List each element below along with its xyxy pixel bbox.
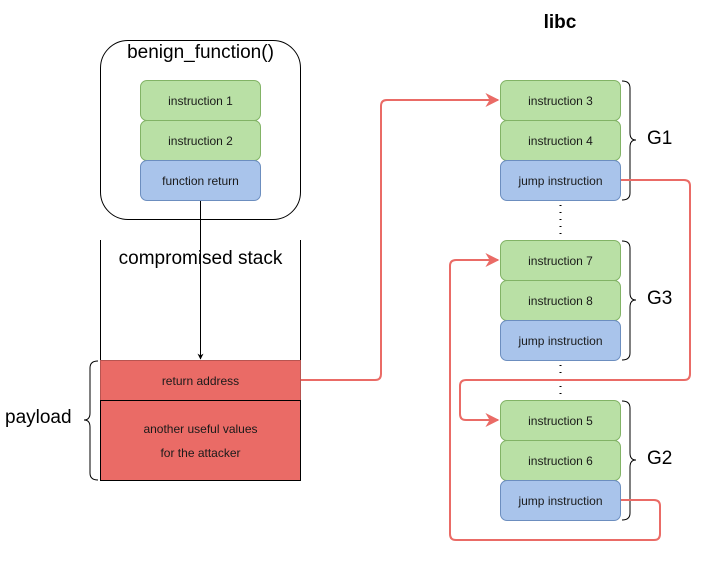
gadget-g1-instruction-4: instruction 4 (500, 120, 621, 161)
instruction-block: instruction 2 (140, 120, 261, 161)
return-address-label: return address (161, 373, 240, 388)
gadget-g1-instruction-3: instruction 3 (500, 80, 621, 121)
gadget-g3-instruction-7: instruction 7 (500, 240, 621, 281)
gadget-g1-brace (621, 80, 637, 201)
gadget-g3-brace (621, 240, 637, 361)
gadget-g2-label: G2 (647, 448, 673, 469)
payload-label: payload (5, 407, 72, 428)
flow-arrow-return-to-g1 (301, 93, 500, 381)
payload-values-line-1: another useful values (143, 421, 258, 436)
gadget-g1-jump: jump instruction (500, 160, 621, 201)
instruction-block: instruction 1 (140, 80, 261, 121)
compromised-stack-title: compromised stack (118, 248, 283, 269)
gadget-g2-instruction-6: instruction 6 (500, 440, 621, 481)
gadget-g2-jump: jump instruction (500, 480, 621, 521)
gadget-g1-label: G1 (647, 128, 673, 149)
return-address-cell: return address (100, 360, 301, 401)
payload-values-line-2: for the attacker (160, 445, 241, 460)
gadget-g3-label: G3 (647, 288, 673, 309)
gadget-g2-brace (621, 400, 637, 521)
payload-brace (83, 360, 99, 481)
gadget-g3-jump: jump instruction (500, 320, 621, 361)
libc-title: libc (543, 12, 577, 33)
payload-values-cell: another useful values for the attacker (100, 400, 301, 481)
benign-function-title: benign_function() (127, 42, 274, 63)
function-return-block: function return (140, 160, 261, 201)
gadget-g2-instruction-5: instruction 5 (500, 400, 621, 441)
gadget-g3-instruction-8: instruction 8 (500, 280, 621, 321)
